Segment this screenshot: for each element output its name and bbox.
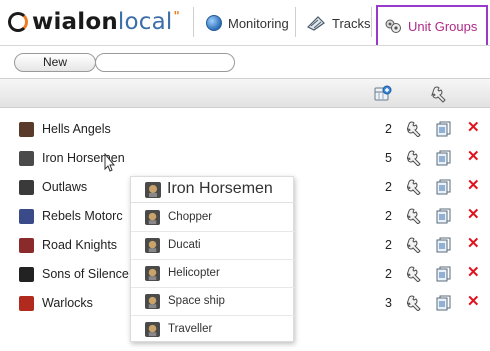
nav-divider xyxy=(295,7,296,37)
unit-name: Space ship xyxy=(168,295,225,307)
wrench-icon[interactable] xyxy=(407,266,423,282)
group-icon xyxy=(19,238,34,253)
properties-icon[interactable] xyxy=(436,179,452,195)
properties-icon[interactable] xyxy=(436,295,452,311)
unit-count: 2 xyxy=(385,180,392,194)
tab-monitoring-label: Monitoring xyxy=(228,15,289,31)
nav-divider xyxy=(193,7,194,37)
unit-icon xyxy=(145,238,160,253)
group-icon xyxy=(145,182,161,198)
properties-icon[interactable] xyxy=(436,150,452,166)
wrench-icon[interactable] xyxy=(407,179,423,195)
wrench-icon[interactable] xyxy=(407,208,423,224)
group-name[interactable]: Sons of Silence xyxy=(42,267,129,281)
unit-icon xyxy=(145,210,160,225)
unit-name: Ducati xyxy=(168,239,201,251)
logo-mark: " xyxy=(173,9,180,23)
group-name[interactable]: Outlaws xyxy=(42,180,87,194)
group-icon xyxy=(19,209,34,224)
properties-icon[interactable] xyxy=(436,266,452,282)
delete-icon[interactable]: ✕ xyxy=(467,235,480,253)
list-item: Space ship xyxy=(131,288,295,316)
delete-icon[interactable]: ✕ xyxy=(467,119,480,137)
unit-name: Traveller xyxy=(168,323,213,335)
tab-monitoring[interactable]: Monitoring xyxy=(200,6,295,40)
tab-unit-groups-label: Unit Groups xyxy=(408,18,478,34)
group-name[interactable]: Warlocks xyxy=(42,296,93,310)
group-icon xyxy=(19,151,34,166)
unit-count: 3 xyxy=(385,296,392,310)
unit-count: 2 xyxy=(385,238,392,252)
unit-name: Helicopter xyxy=(168,267,220,279)
table-row[interactable]: Iron Horsemen 5 ✕ xyxy=(0,145,490,174)
group-icon xyxy=(19,267,34,282)
tooltip-title: Iron Horsemen xyxy=(167,180,273,197)
table-header xyxy=(0,78,490,108)
units-count-icon[interactable] xyxy=(374,85,392,103)
properties-icon[interactable] xyxy=(436,208,452,224)
list-item: Ducati xyxy=(131,232,295,260)
properties-icon[interactable] xyxy=(436,121,452,137)
group-icon xyxy=(19,180,34,195)
delete-icon[interactable]: ✕ xyxy=(467,264,480,282)
group-name[interactable]: Road Knights xyxy=(42,238,117,252)
list-item: Helicopter xyxy=(131,260,295,288)
unit-icon xyxy=(145,266,160,281)
new-button[interactable]: New xyxy=(14,53,96,72)
wrench-header-icon[interactable] xyxy=(431,85,449,103)
unit-count: 2 xyxy=(385,267,392,281)
unit-name: Chopper xyxy=(168,211,213,223)
wrench-icon[interactable] xyxy=(407,121,423,137)
properties-icon[interactable] xyxy=(436,237,452,253)
unit-count: 5 xyxy=(385,151,392,165)
group-name[interactable]: Hells Angels xyxy=(42,122,111,136)
group-name[interactable]: Rebels Motorc xyxy=(42,209,123,223)
wialon-local-logo[interactable]: wialonlocal" xyxy=(8,8,180,36)
wrench-icon[interactable] xyxy=(407,150,423,166)
mouse-cursor-icon xyxy=(104,153,116,172)
tab-tracks[interactable]: Tracks xyxy=(300,6,377,40)
unit-icon xyxy=(145,294,160,309)
delete-icon[interactable]: ✕ xyxy=(467,177,480,195)
group-icon xyxy=(19,296,34,311)
toolbar: New xyxy=(0,50,490,74)
unit-count: 2 xyxy=(385,209,392,223)
delete-icon[interactable]: ✕ xyxy=(467,293,480,311)
unit-count: 2 xyxy=(385,122,392,136)
table-row[interactable]: Hells Angels 2 ✕ xyxy=(0,116,490,145)
wrench-icon[interactable] xyxy=(407,295,423,311)
tab-unit-groups[interactable]: Unit Groups xyxy=(376,5,488,45)
unit-groups-icon xyxy=(385,19,401,33)
logo-ring-icon xyxy=(8,12,28,32)
logo-text-local: local xyxy=(117,9,173,35)
list-item: Chopper xyxy=(131,204,295,232)
tracks-icon xyxy=(306,16,325,31)
delete-icon[interactable]: ✕ xyxy=(467,206,480,224)
wrench-icon[interactable] xyxy=(407,237,423,253)
nav-divider xyxy=(371,7,372,37)
tab-tracks-label: Tracks xyxy=(332,15,371,31)
group-units-tooltip: Iron Horsemen Chopper Ducati Helicopter … xyxy=(130,176,295,344)
tooltip-header: Iron Horsemen xyxy=(131,177,295,203)
group-icon xyxy=(19,122,34,137)
top-navigation-bar: wialonlocal" Monitoring Tracks Unit Grou… xyxy=(0,0,490,46)
search-input[interactable] xyxy=(95,53,235,72)
delete-icon[interactable]: ✕ xyxy=(467,148,480,166)
unit-icon xyxy=(145,322,160,337)
globe-icon xyxy=(206,15,222,31)
logo-text-wialon: wialon xyxy=(32,9,118,35)
list-item: Traveller xyxy=(131,316,295,344)
